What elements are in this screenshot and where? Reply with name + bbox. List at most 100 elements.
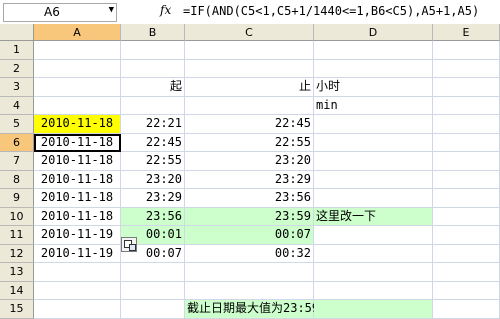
cell-e10[interactable] — [433, 207, 500, 226]
cell-c5[interactable]: 22:45 — [185, 115, 314, 134]
cell-a2[interactable] — [34, 59, 121, 78]
cell-e15[interactable] — [433, 300, 500, 319]
formula-bar: A6 ▼ fx =IF(AND(C5<1,C5+1/1440<=1,B6<C5)… — [0, 0, 500, 25]
row-header-9[interactable]: 9 — [0, 189, 34, 208]
cell-c7[interactable]: 23:20 — [185, 152, 314, 171]
cell-a3[interactable] — [34, 78, 121, 97]
cell-c11[interactable]: 00:07 — [185, 226, 314, 245]
cell-e6[interactable] — [433, 133, 500, 152]
formula-input[interactable]: =IF(AND(C5<1,C5+1/1440<=1,B6<C5),A5+1,A5… — [183, 4, 479, 18]
cell-e3[interactable] — [433, 78, 500, 97]
cell-c8[interactable]: 23:29 — [185, 170, 314, 189]
cell-e8[interactable] — [433, 170, 500, 189]
cell-b9[interactable]: 23:29 — [121, 189, 185, 208]
row-header-10[interactable]: 10 — [0, 207, 34, 226]
cell-d11[interactable] — [314, 226, 433, 245]
cell-b14[interactable] — [121, 281, 185, 300]
cell-a1[interactable] — [34, 41, 121, 60]
cell-a11[interactable]: 2010-11-19 — [34, 226, 121, 245]
row-header-7[interactable]: 7 — [0, 152, 34, 171]
cell-b5[interactable]: 22:21 — [121, 115, 185, 134]
cell-d14[interactable] — [314, 281, 433, 300]
cell-b2[interactable] — [121, 59, 185, 78]
cell-b13[interactable] — [121, 263, 185, 282]
cell-b10[interactable]: 23:56 — [121, 207, 185, 226]
cell-a14[interactable] — [34, 281, 121, 300]
row-header-8[interactable]: 8 — [0, 170, 34, 189]
row-header-11[interactable]: 11 — [0, 226, 34, 245]
cell-d5[interactable] — [314, 115, 433, 134]
cell-a4[interactable] — [34, 96, 121, 115]
cell-d10[interactable]: 这里改一下 — [314, 207, 433, 226]
cell-a7[interactable]: 2010-11-18 — [34, 152, 121, 171]
cell-d4[interactable]: min — [314, 96, 433, 115]
column-header-e[interactable]: E — [433, 24, 500, 41]
cell-d1[interactable] — [314, 41, 433, 60]
row-header-3[interactable]: 3 — [0, 78, 34, 97]
cell-a15[interactable] — [34, 300, 121, 319]
chevron-down-icon[interactable]: ▼ — [109, 5, 114, 15]
column-header-a[interactable]: A — [34, 24, 121, 41]
cell-a5[interactable]: 2010-11-18 — [34, 115, 121, 134]
cell-c2[interactable] — [185, 59, 314, 78]
cell-e7[interactable] — [433, 152, 500, 171]
cell-c10[interactable]: 23:59 — [185, 207, 314, 226]
cell-a9[interactable]: 2010-11-18 — [34, 189, 121, 208]
row-header-5[interactable]: 5 — [0, 115, 34, 134]
cell-e13[interactable] — [433, 263, 500, 282]
name-box[interactable]: A6 ▼ — [3, 3, 117, 22]
cell-e1[interactable] — [433, 41, 500, 60]
cell-e5[interactable] — [433, 115, 500, 134]
cell-b4[interactable] — [121, 96, 185, 115]
cell-e9[interactable] — [433, 189, 500, 208]
cell-c9[interactable]: 23:56 — [185, 189, 314, 208]
column-header-c[interactable]: C — [185, 24, 314, 41]
row-header-14[interactable]: 14 — [0, 281, 34, 300]
cell-d6[interactable] — [314, 133, 433, 152]
paste-options-icon[interactable] — [121, 237, 137, 252]
cell-c1[interactable] — [185, 41, 314, 60]
cell-a6[interactable]: 2010-11-18 — [34, 133, 121, 152]
row-header-15[interactable]: 15 — [0, 300, 34, 319]
row-header-6[interactable]: 6 — [0, 133, 34, 152]
row-header-1[interactable]: 1 — [0, 41, 34, 60]
column-header-b[interactable]: B — [121, 24, 185, 41]
cell-b7[interactable]: 22:55 — [121, 152, 185, 171]
cell-e2[interactable] — [433, 59, 500, 78]
row-header-12[interactable]: 12 — [0, 244, 34, 263]
cell-d7[interactable] — [314, 152, 433, 171]
cell-d12[interactable] — [314, 244, 433, 263]
cell-c12[interactable]: 00:32 — [185, 244, 314, 263]
cell-c14[interactable] — [185, 281, 314, 300]
cell-e11[interactable] — [433, 226, 500, 245]
column-header-d[interactable]: D — [314, 24, 433, 41]
cell-d15[interactable] — [314, 300, 433, 319]
cell-c4[interactable] — [185, 96, 314, 115]
row-header-2[interactable]: 2 — [0, 59, 34, 78]
cell-c6[interactable]: 22:55 — [185, 133, 314, 152]
cell-b3[interactable]: 起 — [121, 78, 185, 97]
cell-e14[interactable] — [433, 281, 500, 300]
select-all-corner[interactable] — [0, 24, 34, 41]
cell-b6[interactable]: 22:45 — [121, 133, 185, 152]
cell-b1[interactable] — [121, 41, 185, 60]
cell-d13[interactable] — [314, 263, 433, 282]
function-icon[interactable]: fx — [160, 3, 171, 17]
cell-b8[interactable]: 23:20 — [121, 170, 185, 189]
cell-e12[interactable] — [433, 244, 500, 263]
cell-d3[interactable]: 小时 — [314, 78, 433, 97]
cell-d2[interactable] — [314, 59, 433, 78]
cell-e4[interactable] — [433, 96, 500, 115]
row-header-4[interactable]: 4 — [0, 96, 34, 115]
cell-d8[interactable] — [314, 170, 433, 189]
cell-c13[interactable] — [185, 263, 314, 282]
cell-a12[interactable]: 2010-11-19 — [34, 244, 121, 263]
cell-a13[interactable] — [34, 263, 121, 282]
cell-d9[interactable] — [314, 189, 433, 208]
cell-b15[interactable] — [121, 300, 185, 319]
cell-c3[interactable]: 止 — [185, 78, 314, 97]
cell-a10[interactable]: 2010-11-18 — [34, 207, 121, 226]
cell-c15[interactable]: 截止日期最大值为23:59 — [185, 300, 319, 319]
cell-a8[interactable]: 2010-11-18 — [34, 170, 121, 189]
row-header-13[interactable]: 13 — [0, 263, 34, 282]
